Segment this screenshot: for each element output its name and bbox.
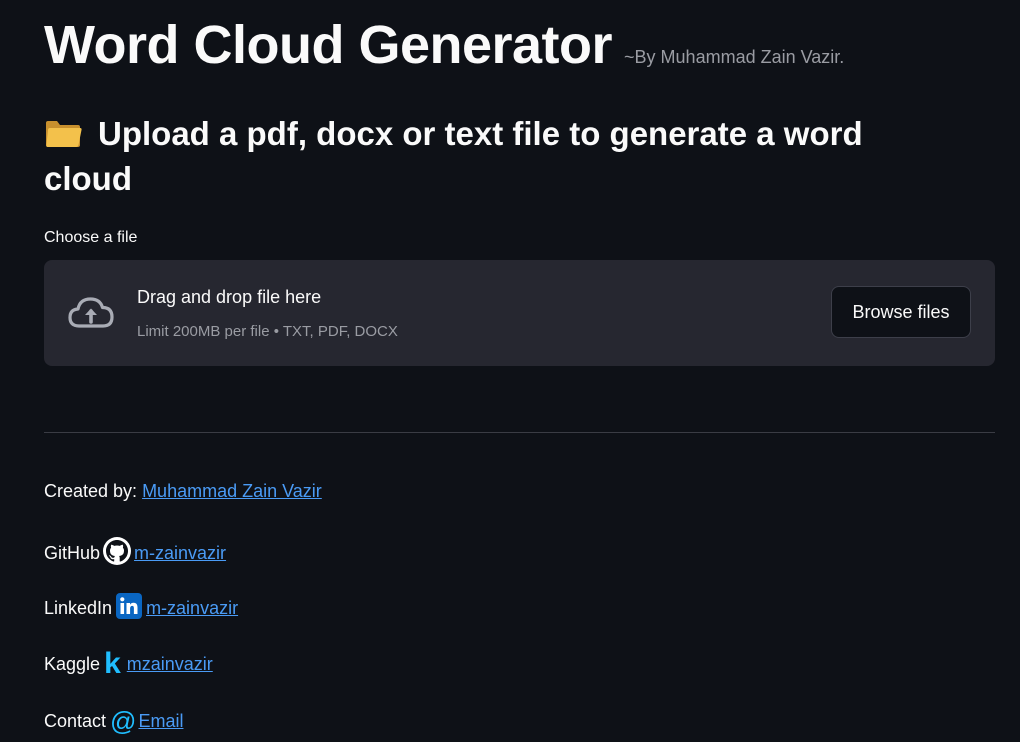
created-by-line: Created by: Muhammad Zain Vazir [44, 481, 322, 502]
kaggle-icon: k [104, 647, 121, 680]
linkedin-link[interactable]: m-zainvazir [146, 598, 238, 619]
contact-label: Contact [44, 710, 107, 731]
divider [44, 432, 995, 433]
created-by-label: Created by: [44, 481, 143, 501]
email-icon: @ [110, 706, 137, 736]
kaggle-line: Kaggle k mzainvazir [44, 647, 213, 680]
file-dropzone[interactable]: Drag and drop file here Limit 200MB per … [44, 260, 995, 366]
author-link[interactable]: Muhammad Zain Vazir [142, 481, 322, 502]
cloud-upload-icon [66, 294, 116, 330]
author-byline: ~By Muhammad Zain Vazir. [624, 47, 845, 67]
page-title: Word Cloud Generator [44, 15, 613, 75]
github-label: GitHub [44, 543, 101, 563]
linkedin-icon [116, 593, 143, 624]
email-link[interactable]: Email [138, 711, 183, 732]
upload-heading-text: Upload a pdf, docx or text file to gener… [44, 115, 863, 197]
github-icon [102, 536, 132, 571]
contact-line: Contact @ Email [44, 707, 183, 735]
browse-files-button[interactable]: Browse files [831, 286, 971, 338]
upload-heading: Upload a pdf, docx or text file to gener… [44, 111, 944, 201]
kaggle-label: Kaggle [44, 653, 101, 674]
file-uploader-label: Choose a file [44, 229, 138, 246]
app-page: Word Cloud Generator ~By Muhammad Zain V… [0, 0, 1020, 742]
dropzone-limit-text: Limit 200MB per file • TXT, PDF, DOCX [137, 323, 398, 340]
linkedin-label: LinkedIn [44, 598, 113, 618]
folder-icon [44, 119, 82, 149]
dropzone-instructions: Drag and drop file here [137, 287, 322, 307]
github-line: GitHub m-zainvazir [44, 536, 226, 571]
kaggle-link[interactable]: mzainvazir [127, 654, 213, 675]
title-row: Word Cloud Generator ~By Muhammad Zain V… [44, 14, 844, 76]
linkedin-line: LinkedIn m-zainvazir [44, 593, 238, 624]
github-link[interactable]: m-zainvazir [134, 543, 226, 564]
